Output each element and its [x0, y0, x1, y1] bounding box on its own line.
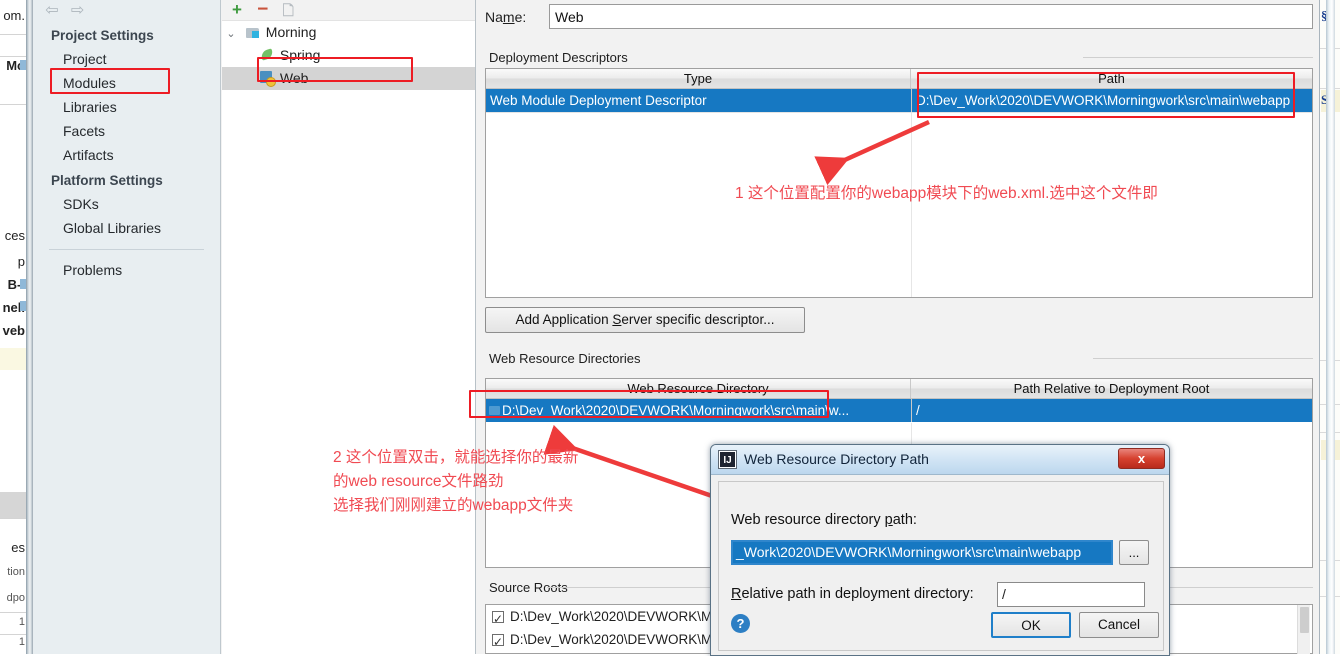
tree-node-morning[interactable]: ⌄ Morning	[222, 21, 475, 44]
sidebar-navigation: ⇦ ⇨	[33, 0, 220, 22]
name-row: Name:	[485, 4, 1313, 30]
checkbox-checked[interactable]	[492, 631, 504, 653]
web-resource-directory-path-input[interactable]: _Work\2020\DEVWORK\Morningwork\src\main\…	[731, 540, 1113, 565]
chevron-down-icon[interactable]: ⌄	[222, 23, 240, 46]
module-tree-panel: + − 🗋 ⌄ Morning Spring Web	[222, 0, 476, 654]
add-module-button[interactable]: +	[226, 0, 248, 20]
bg-fragment: dpo	[6, 592, 25, 604]
dialog-body: Web resource directory path: _Work\2020\…	[718, 481, 1164, 651]
sidebar-item-sdks[interactable]: SDKs	[33, 192, 220, 216]
name-label: Name:	[485, 9, 527, 25]
annotation-arrow-1	[814, 119, 930, 186]
annotation-note-2-line-3: 选择我们刚刚建立的webapp文件夹	[333, 497, 574, 514]
cell-path: D:\Dev_Work\2020\DEVWORK\Morningwork\src…	[916, 93, 1291, 108]
arrow-right-icon[interactable]: ⇨	[67, 2, 89, 20]
add-descriptor-button[interactable]: +	[1317, 70, 1319, 94]
bg-fragment: 1	[18, 616, 25, 628]
remove-web-resource-button[interactable]: −	[1317, 404, 1319, 428]
background-window-left: om. Mo ces p B-I nell veb es tion dpo 1 …	[0, 0, 26, 654]
ok-button[interactable]: OK	[991, 612, 1071, 638]
sidebar-item-project[interactable]: Project	[33, 47, 220, 71]
name-input[interactable]	[549, 4, 1313, 29]
sidebar-item-global-libraries[interactable]: Global Libraries	[33, 216, 220, 240]
add-web-resource-button[interactable]: +	[1317, 380, 1319, 404]
column-header-type[interactable]: Type	[486, 69, 911, 88]
help-icon[interactable]: ?	[731, 614, 750, 633]
sidebar-item-modules[interactable]: Modules	[33, 71, 220, 95]
web-facet-icon	[258, 68, 276, 91]
web-resource-directories-tools: + − ✏ ?	[1317, 380, 1319, 476]
close-icon[interactable]: x	[1118, 448, 1165, 469]
add-application-server-descriptor-button[interactable]: Add Application Server specific descript…	[485, 307, 805, 333]
annotation-note-2-line-1: 2 这个位置双击，就能选择你的最新	[333, 449, 579, 466]
tree-node-web[interactable]: Web	[222, 67, 475, 90]
folder-icon	[486, 403, 502, 418]
intellij-logo-icon: IJ	[719, 451, 736, 468]
bg-fragment: veb	[2, 323, 25, 338]
source-roots-scrollbar[interactable]	[1297, 605, 1310, 654]
cell-type: Web Module Deployment Descriptor	[490, 93, 707, 108]
pencil-icon[interactable]: ✏	[1317, 428, 1319, 452]
tree-node-label: Morning	[265, 24, 317, 40]
dialog-title-bar[interactable]: IJ Web Resource Directory Path x	[711, 445, 1169, 475]
tree-node-label: Web	[279, 70, 309, 86]
bg-fragment: es	[11, 540, 25, 555]
settings-sidebar: ⇦ ⇨ Project Settings Project Modules Lib…	[33, 0, 221, 654]
sidebar-group-title-project-settings: Project Settings	[51, 28, 154, 43]
tree-node-label: Spring	[279, 47, 321, 63]
table-header-row: Type Path	[486, 69, 1312, 89]
group-rule	[1083, 57, 1313, 58]
annotation-note-1: 1 这个位置配置你的webapp模块下的web.xml.选中这个文件即	[735, 185, 1158, 202]
dialog-title: Web Resource Directory Path	[744, 451, 929, 467]
web-resource-directory-path-label: Web resource directory path:	[731, 512, 917, 528]
relative-path-label: Relative path in deployment directory:	[731, 586, 974, 602]
browse-button[interactable]: ...	[1119, 540, 1149, 565]
bg-fragment: ces	[4, 228, 25, 243]
tree-node-spring[interactable]: Spring	[222, 44, 475, 67]
sidebar-item-facets[interactable]: Facets	[33, 119, 220, 143]
column-header-web-resource-directory[interactable]: Web Resource Directory	[486, 379, 911, 398]
deployment-descriptors-group-label: Deployment Descriptors	[485, 50, 632, 65]
module-tree-toolbar: + − 🗋	[222, 0, 475, 20]
column-header-path[interactable]: Path	[911, 69, 1312, 88]
web-resource-directory-path-dialog: IJ Web Resource Directory Path x Web res…	[710, 444, 1170, 656]
group-rule	[1093, 358, 1313, 359]
source-root-path: D:\Dev_Work\2020\DEVWORK\Mo	[510, 609, 720, 624]
module-folder-icon	[244, 22, 262, 45]
annotation-note-2-line-2: 的web resource文件路劲	[333, 473, 504, 490]
sidebar-item-artifacts[interactable]: Artifacts	[33, 143, 220, 167]
web-resource-directories-group-label: Web Resource Directories	[485, 351, 645, 366]
deployment-descriptors-tools: + − ✏	[1317, 70, 1319, 142]
background-window-right: § S	[1320, 0, 1340, 654]
bg-fragment: p	[17, 254, 25, 269]
cancel-button[interactable]: Cancel	[1079, 612, 1159, 638]
relative-path-input[interactable]: /	[997, 582, 1145, 607]
cell-web-resource-directory: D:\Dev_Work\2020\DEVWORK\Morningwork\src…	[502, 403, 850, 418]
pencil-icon[interactable]: ✏	[1317, 118, 1319, 142]
table-row[interactable]: D:\Dev_Work\2020\DEVWORK\Morningwork\src…	[486, 399, 1312, 422]
checkbox-checked[interactable]	[492, 608, 504, 631]
bg-fragment: 1	[18, 636, 25, 648]
table-header-row: Web Resource Directory Path Relative to …	[486, 379, 1312, 399]
sidebar-item-problems[interactable]: Problems	[33, 258, 220, 282]
sidebar-item-libraries[interactable]: Libraries	[33, 95, 220, 119]
remove-module-button[interactable]: −	[252, 0, 274, 20]
table-row[interactable]: Web Module Deployment Descriptor D:\Dev_…	[486, 89, 1312, 112]
bg-fragment: tion	[7, 566, 25, 578]
sidebar-divider	[49, 249, 204, 250]
cell-path-relative: /	[916, 403, 920, 418]
copy-icon[interactable]: 🗋	[277, 0, 299, 20]
column-header-path-relative[interactable]: Path Relative to Deployment Root	[911, 379, 1312, 398]
remove-descriptor-button[interactable]: −	[1317, 94, 1319, 118]
arrow-left-icon[interactable]: ⇦	[41, 2, 63, 20]
sidebar-group-title-platform-settings: Platform Settings	[51, 173, 163, 188]
help-icon[interactable]: ?	[1317, 452, 1319, 476]
bg-fragment: om.	[3, 8, 25, 23]
source-root-path: D:\Dev_Work\2020\DEVWORK\Mo	[510, 632, 720, 647]
spring-leaf-icon	[258, 45, 276, 68]
